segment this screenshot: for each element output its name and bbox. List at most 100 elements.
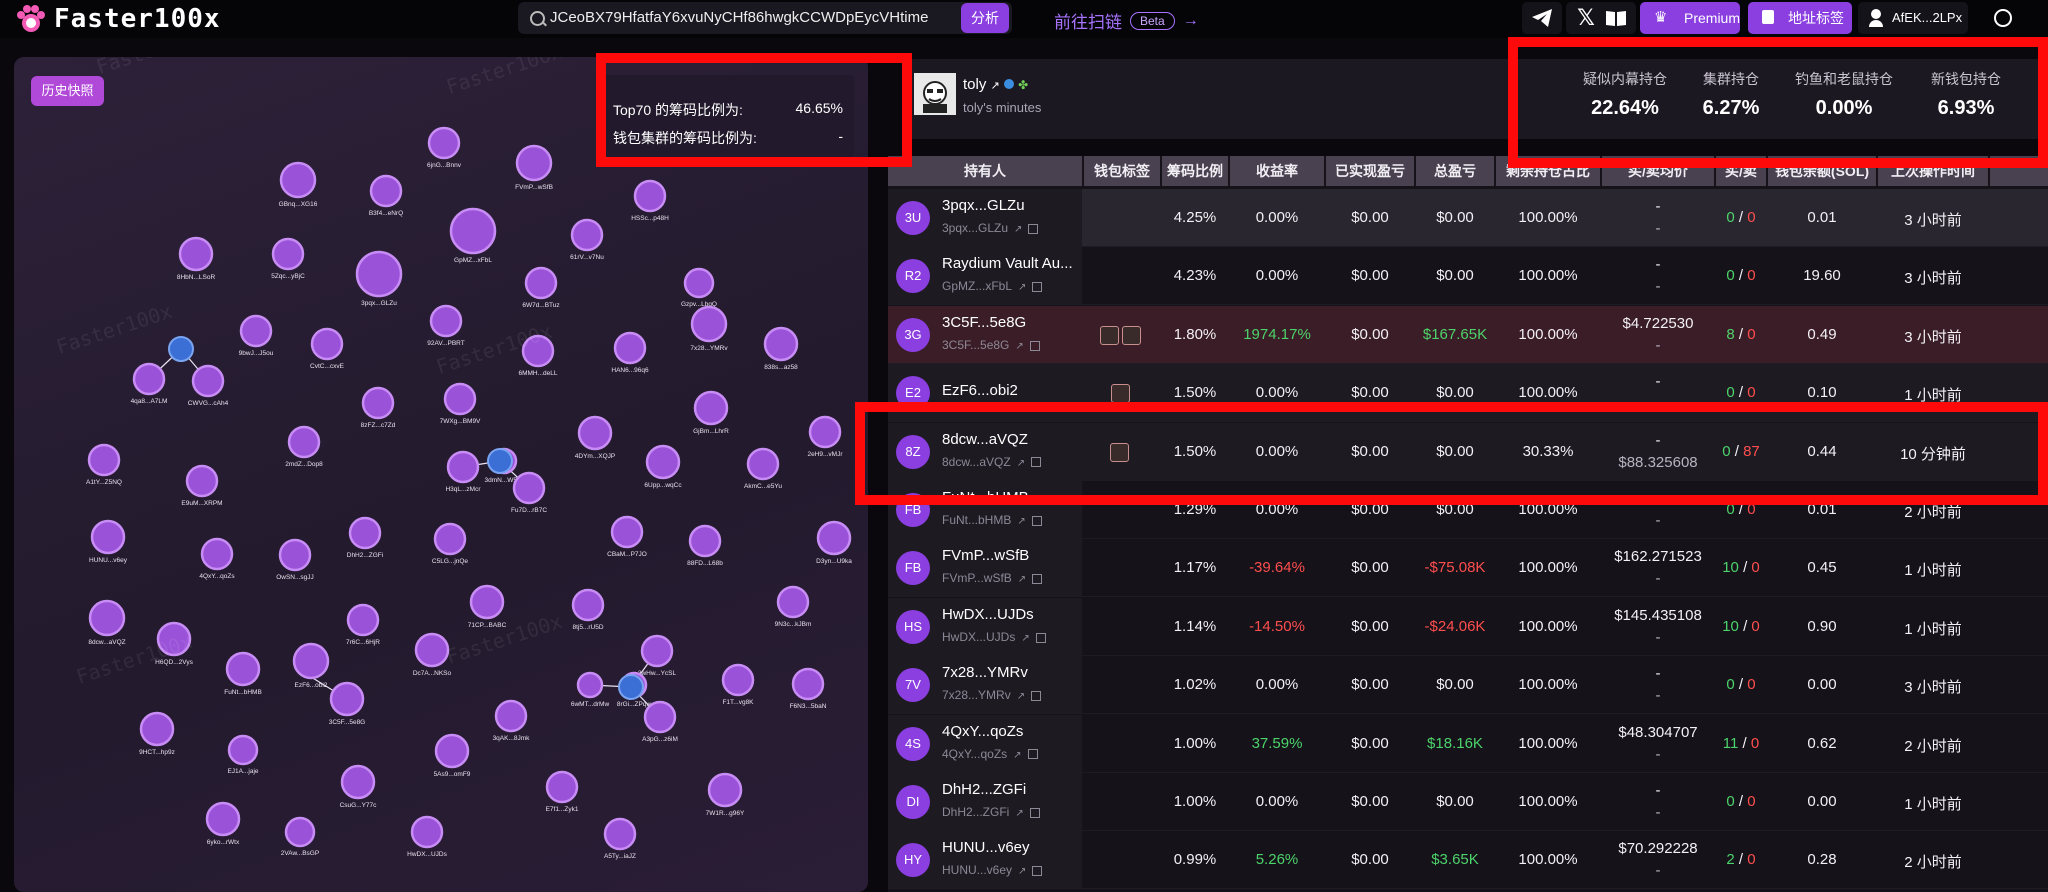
bubble-circle[interactable] xyxy=(688,524,722,558)
bubble-circle[interactable] xyxy=(340,764,376,800)
table-row[interactable]: 7V 7x28...YMRv 7x28...YMRv ↗ 1.02% 0.00% … xyxy=(888,656,2048,715)
bubble-circle[interactable] xyxy=(191,364,225,398)
bubble-circle[interactable] xyxy=(633,179,667,213)
tag-bundle-icon[interactable] xyxy=(1111,384,1130,404)
table-row[interactable]: 3U 3pqx...GLZu 3pqx...GLZu ↗ 4.25% 0.00% … xyxy=(888,189,2048,247)
external-link-icon[interactable]: ↗ xyxy=(1018,866,1026,877)
copy-icon[interactable] xyxy=(1032,866,1043,877)
copy-icon[interactable] xyxy=(1029,340,1040,351)
tag-bundle-icon[interactable] xyxy=(1100,325,1119,345)
col-realized[interactable]: 已实现盈亏 xyxy=(1326,156,1414,186)
history-snapshot-button[interactable]: 历史快照 xyxy=(31,76,104,106)
puzzle-icon[interactable]: ✤ xyxy=(1018,78,1028,92)
holder-bubble[interactable]: 9HCT...hp9z xyxy=(139,711,175,756)
external-link-icon[interactable]: ↗ xyxy=(1017,516,1025,527)
holder-bubble[interactable]: 4QxY...qoZs xyxy=(199,537,235,580)
docs-button[interactable] xyxy=(1596,2,1636,34)
copy-icon[interactable] xyxy=(1031,691,1042,702)
holder-name[interactable]: HwDX...UJDs xyxy=(942,606,1034,623)
copy-icon[interactable] xyxy=(1031,515,1042,526)
holder-bubble[interactable]: 6Upp...wqCc xyxy=(644,444,682,489)
external-link-icon[interactable]: ↗ xyxy=(1013,750,1021,761)
holder-bubble[interactable]: 2mdZ...Dop8 xyxy=(285,425,323,468)
holder-bubble[interactable]: 8dcw...aVQZ xyxy=(88,599,126,646)
bubble-circle[interactable] xyxy=(278,538,312,572)
holder-bubble[interactable]: FVmP...wSfB xyxy=(515,144,553,191)
bubble-circle[interactable] xyxy=(707,772,743,808)
holder-name[interactable]: FVmP...wSfB xyxy=(942,547,1029,564)
holder-bubble[interactable]: 88FD...L68b xyxy=(687,524,723,567)
holder-bubble[interactable]: EzF6...obi2 xyxy=(292,642,330,689)
holder-bubble[interactable]: GBnq...XG16 xyxy=(279,161,318,208)
holder-bubble[interactable]: HSSc...p48H xyxy=(631,179,669,222)
holder-bubble[interactable]: FuNt...bHMB xyxy=(224,651,262,696)
holder-avatar[interactable]: 3U xyxy=(896,201,930,235)
holder-bubble[interactable]: GjBm...LhrR xyxy=(693,390,729,435)
table-row[interactable]: 4S 4QxY...qoZs 4QxY...qoZs ↗ 1.00% 37.59%… xyxy=(888,714,2048,773)
bubble-circle[interactable] xyxy=(603,817,637,851)
holder-bubble[interactable]: 6jnG...Bnnv xyxy=(427,126,462,169)
bubble-circle[interactable] xyxy=(292,642,330,680)
holder-bubble[interactable]: 2VAw...BsGP xyxy=(281,816,319,857)
holder-bubble[interactable]: 3wHw...YcSL xyxy=(638,634,677,677)
holder-bubble[interactable]: A1tY...Z5NQ xyxy=(86,443,122,486)
holder-bubble[interactable]: HUNU...v6ey xyxy=(89,519,128,564)
external-link-icon[interactable]: ↗ xyxy=(991,80,1000,92)
holder-bubble[interactable]: A3pG...z6iM xyxy=(642,700,678,743)
bubble-circle[interactable] xyxy=(200,537,234,571)
bubble-circle[interactable] xyxy=(287,425,321,459)
bubble-circle[interactable] xyxy=(746,447,780,481)
bubble-circle[interactable] xyxy=(346,603,380,637)
holder-bubble[interactable]: D3yn...U9ka xyxy=(816,520,852,565)
external-link-icon[interactable]: ↗ xyxy=(1021,633,1029,644)
bubble-circle[interactable] xyxy=(613,331,647,365)
holder-bubble[interactable]: CBaM...P7JO xyxy=(607,515,647,558)
col-roi[interactable]: 收益率 xyxy=(1230,156,1324,186)
bubble-circle[interactable] xyxy=(816,520,852,556)
bubble-circle[interactable] xyxy=(429,304,463,338)
holder-name[interactable]: Raydium Vault Au... xyxy=(942,255,1073,272)
globe-icon[interactable] xyxy=(1994,9,2012,27)
bubble-circle[interactable] xyxy=(545,770,579,804)
logo[interactable]: Faster100x xyxy=(14,4,221,34)
bubble-circle[interactable] xyxy=(524,266,558,300)
bubble-circle[interactable] xyxy=(225,651,261,687)
holder-bubble[interactable]: AkmC...e5Yu xyxy=(744,447,782,490)
bubble-circle[interactable] xyxy=(808,415,842,449)
holder-bubble[interactable]: CWVG...cAh4 xyxy=(188,364,229,407)
holder-bubble[interactable]: 9bwJ...J5ou xyxy=(239,314,274,357)
bubble-circle[interactable] xyxy=(693,390,729,426)
external-link-icon[interactable]: ↗ xyxy=(1015,808,1023,819)
holder-bubble[interactable]: EJ1A...jaje xyxy=(227,734,259,775)
holder-bubble[interactable]: 7r6C...6HjR xyxy=(346,603,380,646)
telegram-button[interactable] xyxy=(1522,2,1562,34)
table-row[interactable]: R2 Raydium Vault Au... GpMZ...xFbL ↗ 4.23… xyxy=(888,247,2048,306)
holder-avatar[interactable]: 3G xyxy=(896,317,930,352)
holder-bubble[interactable]: F1T...vg8K xyxy=(721,663,755,706)
holder-bubble[interactable]: E7f1...Zyk1 xyxy=(545,770,579,813)
bubble-circle[interactable] xyxy=(433,522,467,556)
bubble-circle[interactable] xyxy=(571,588,605,622)
holder-bubble[interactable]: Fu7D...rB7C xyxy=(511,471,547,514)
bubble-circle[interactable] xyxy=(645,444,681,480)
holder-name[interactable]: 7x28...YMRv xyxy=(942,664,1028,681)
external-link-icon[interactable]: ↗ xyxy=(1017,691,1025,702)
holder-bubble[interactable]: 2eH9...vMJr xyxy=(807,415,843,458)
copy-icon[interactable] xyxy=(1029,807,1040,818)
bubble-circle[interactable] xyxy=(90,519,126,555)
bubble-circle[interactable] xyxy=(279,161,317,199)
bubble-circle[interactable] xyxy=(494,699,528,733)
bubble-circle[interactable] xyxy=(139,711,175,747)
table-row[interactable]: HS HwDX...UJDs HwDX...UJDs ↗ 1.14% -14.50… xyxy=(888,597,2048,656)
holder-avatar[interactable]: HS xyxy=(896,609,930,644)
copy-icon[interactable] xyxy=(1035,632,1046,643)
bubble-circle[interactable] xyxy=(132,362,166,396)
copy-icon[interactable] xyxy=(1028,223,1039,234)
holder-bubble[interactable]: 6yko...rWtx xyxy=(205,801,241,846)
copy-icon[interactable] xyxy=(1027,749,1038,760)
holder-bubble[interactable]: Gzpv...LbgQ xyxy=(681,267,717,308)
search-input[interactable]: JCeoBX79HfatfaY6xvuNyCHf86hwgkCCWDpEycVH… xyxy=(550,9,928,26)
external-link-icon[interactable]: ↗ xyxy=(1014,224,1022,235)
bubble-circle[interactable] xyxy=(414,632,450,668)
bubble-circle[interactable] xyxy=(721,663,755,697)
